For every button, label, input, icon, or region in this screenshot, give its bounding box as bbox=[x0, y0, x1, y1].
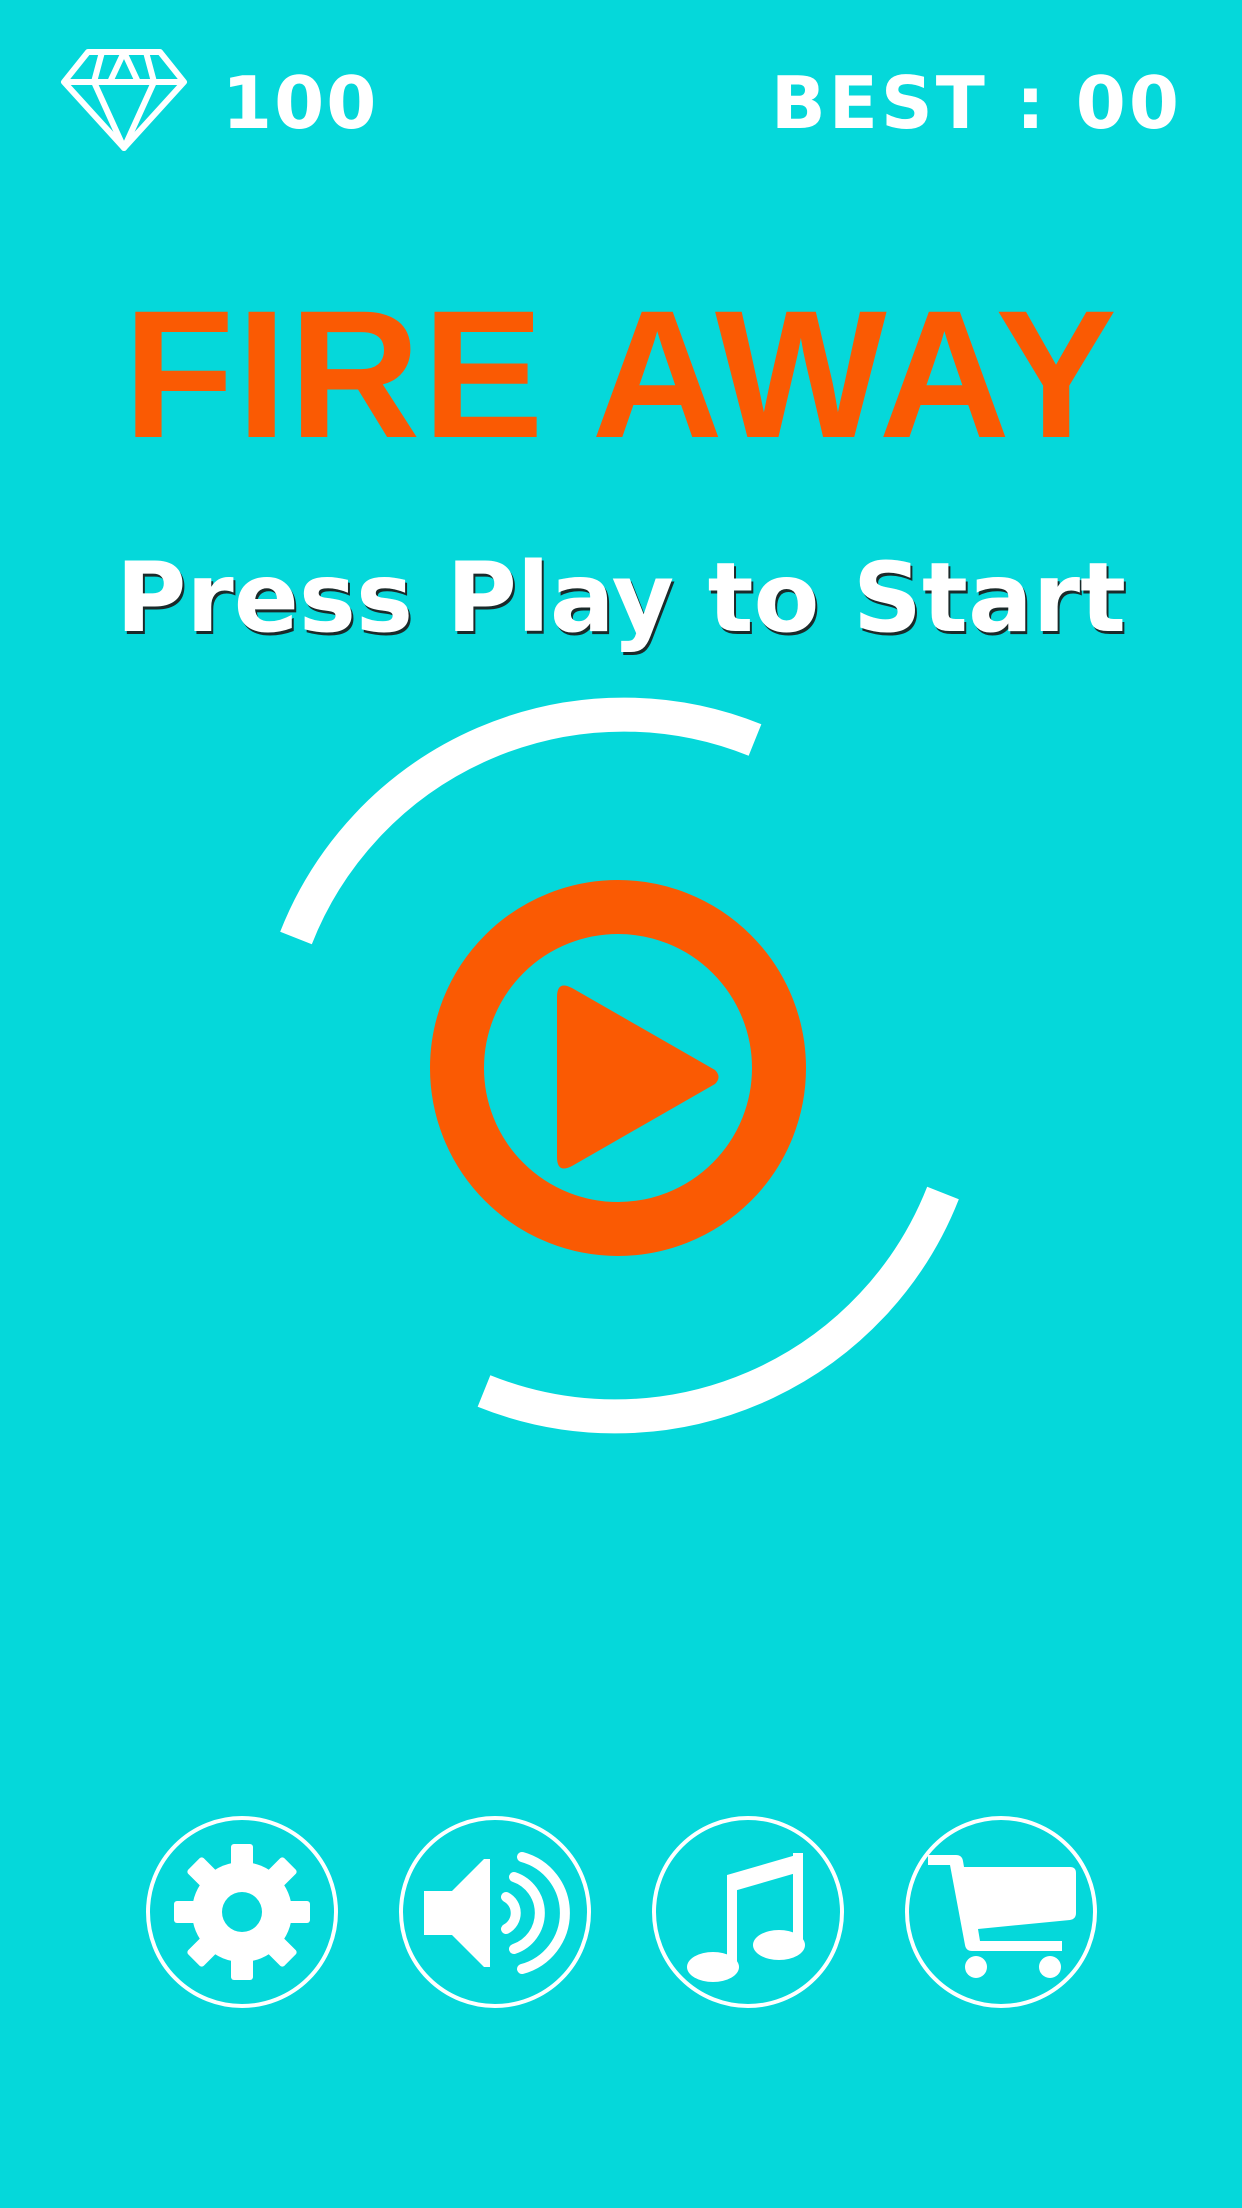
shop-button[interactable] bbox=[904, 1815, 1098, 2009]
music-note-icon bbox=[652, 1816, 844, 2008]
sound-button[interactable] bbox=[398, 1815, 592, 2009]
music-button[interactable] bbox=[651, 1815, 845, 2009]
gem-count: 100 bbox=[222, 61, 379, 145]
speaker-icon bbox=[399, 1816, 591, 2008]
diamond-icon bbox=[61, 49, 187, 151]
play-icon bbox=[430, 880, 806, 1256]
game-title: FIRE AWAY bbox=[123, 272, 1119, 476]
game-screen: 100 BEST : 00 FIRE AWAY Press Play to St… bbox=[0, 0, 1242, 2208]
gear-icon bbox=[146, 1816, 338, 2008]
play-button[interactable] bbox=[430, 880, 806, 1256]
start-instruction: Press Play to Start bbox=[116, 542, 1126, 654]
cart-icon bbox=[905, 1816, 1097, 2008]
best-score: BEST : 00 bbox=[770, 61, 1182, 145]
settings-button[interactable] bbox=[145, 1815, 339, 2009]
